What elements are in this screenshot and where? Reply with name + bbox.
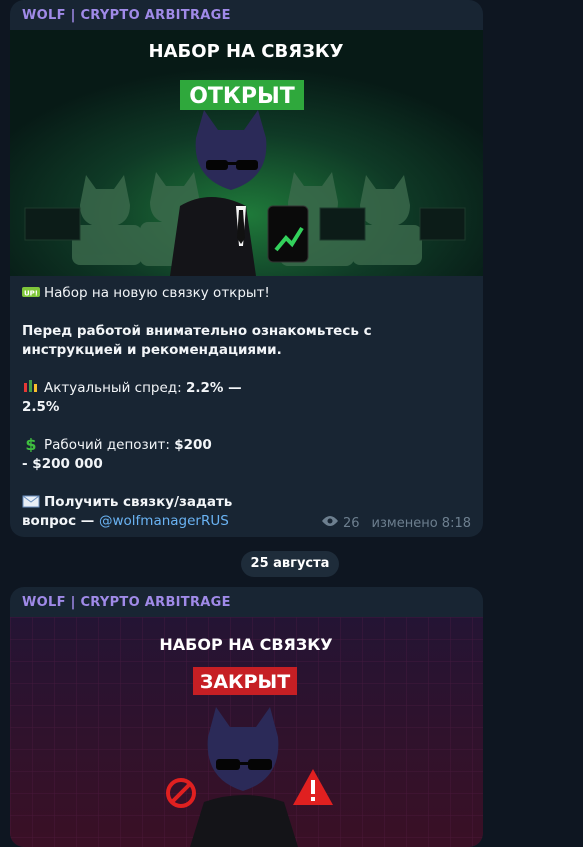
post-text: UP! Набор на новую связку открыт! Перед …	[22, 284, 472, 531]
status-label: ЗАКРЫТ	[200, 671, 290, 693]
svg-text:$: $	[25, 436, 36, 452]
channel-post[interactable]: WOLF | CRYPTO ARBITRAGE НАБОР НА СВЯЗКУ …	[10, 0, 483, 537]
post-image[interactable]: НАБОР НА СВЯЗКУ ОТКРЫТ	[10, 30, 483, 276]
spread-label: Актуальный спред:	[44, 380, 186, 396]
message-meta: 26 изменено 8:18	[321, 515, 471, 531]
date-separator: 25 августа	[241, 551, 339, 577]
candles-chart-icon	[22, 379, 40, 395]
manager-link[interactable]: @wolfmanagerRUS	[99, 513, 229, 529]
views-count: 26	[343, 515, 360, 531]
dollar-icon: $	[22, 435, 40, 454]
banner-title: НАБОР НА СВЯЗКУ	[159, 635, 332, 654]
channel-name[interactable]: WOLF | CRYPTO ARBITRAGE	[22, 595, 231, 610]
eye-icon	[321, 515, 339, 531]
deposit-label: Рабочий депозит:	[44, 437, 175, 453]
envelope-icon	[22, 493, 40, 509]
svg-text:UP!: UP!	[24, 290, 38, 298]
channel-post[interactable]: WOLF | CRYPTO ARBITRAGE НАБОР НА СВЯЗКУ …	[10, 587, 483, 847]
edited-time: изменено 8:18	[371, 515, 471, 531]
instruction-text: Перед работой внимательно ознакомьтесь с…	[22, 323, 372, 358]
status-label: ОТКРЫТ	[189, 84, 295, 109]
banner-title: НАБОР НА СВЯЗКУ	[149, 41, 344, 62]
headline-text: Набор на новую связку открыт!	[44, 285, 270, 301]
channel-name[interactable]: WOLF | CRYPTO ARBITRAGE	[22, 8, 231, 23]
post-image[interactable]: НАБОР НА СВЯЗКУ ЗАКРЫТ	[10, 617, 483, 847]
up-icon: UP!	[22, 284, 40, 300]
